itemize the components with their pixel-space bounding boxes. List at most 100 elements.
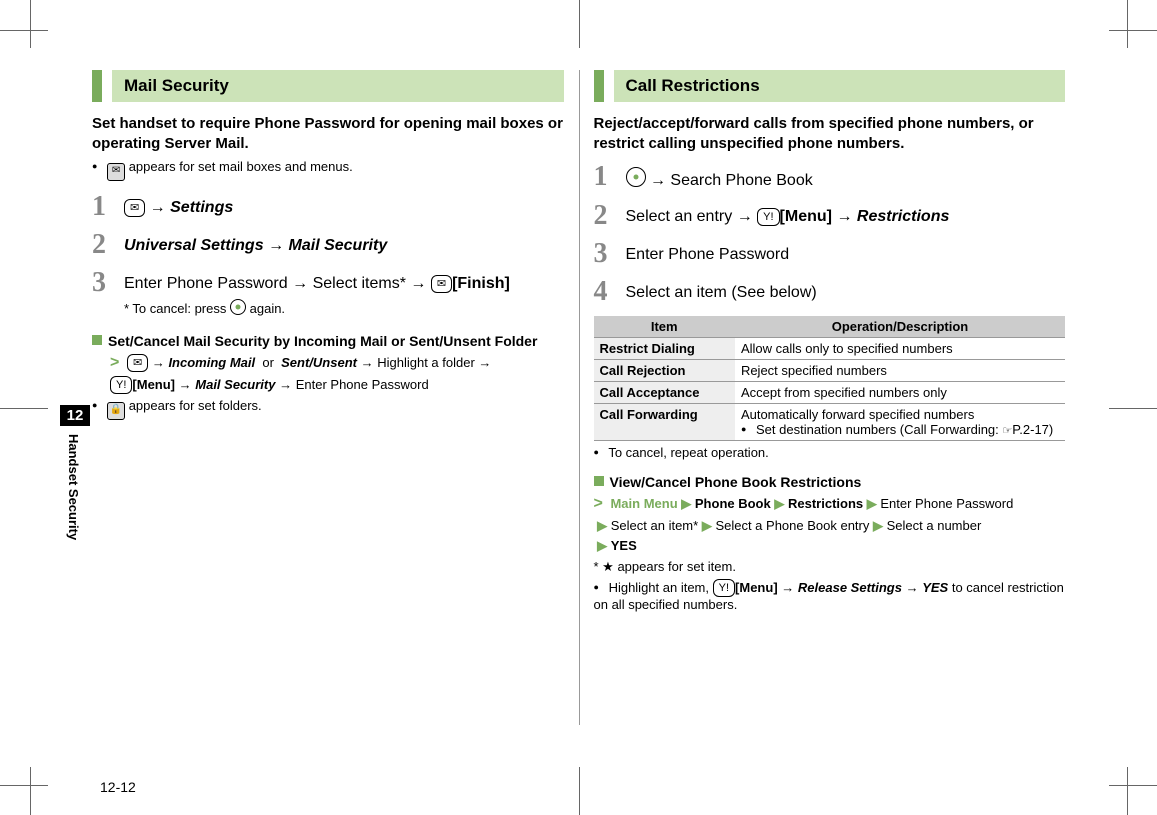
y-key-icon: Y! [713,579,735,597]
highlight-folder-text: Highlight a folder [377,355,475,370]
section-title: Mail Security [112,70,564,102]
table-row: Call Acceptance Accept from specified nu… [594,382,1066,404]
square-marker-icon [92,335,102,345]
step-number: 4 [594,278,616,306]
y-key-icon: Y! [110,376,132,394]
step3-note: * To cancel: press [124,301,226,316]
triangle-icon: ▶ [702,518,712,533]
or-text: or [262,355,274,370]
main-menu-label: Main Menu [610,496,677,511]
note-text: To cancel, repeat operation. [608,445,768,460]
restrictions-label: Restrictions [788,496,863,511]
step-1: 1 Search Phone Book [594,163,1066,192]
arrow-icon [268,237,288,254]
menu-label: [Menu] [780,208,832,225]
triangle-icon: ▶ [681,496,691,511]
center-key-icon [230,299,246,315]
chapter-name: Handset Security [60,426,87,540]
fwd-line1: Automatically forward specified numbers [741,407,974,422]
yes-label: YES [922,580,948,595]
triangle-icon: ▶ [774,496,784,511]
triangle-icon: ▶ [867,496,877,511]
sub-heading-text: Set/Cancel Mail Security by Incoming Mai… [108,333,537,349]
table-cell-val: Reject specified numbers [735,360,1065,382]
left-column: Mail Security Set handset to require Pho… [92,70,564,765]
table-cell-key: Call Rejection [594,360,735,382]
crop-mark [549,0,609,60]
arrow-icon [152,355,169,370]
crop-mark [0,0,60,60]
step2-a: Select an entry [626,208,733,225]
page-number: 12-12 [100,779,136,795]
arrow-icon [781,580,798,595]
table-cell-val: Automatically forward specified numbers … [735,404,1065,441]
step1-label: Settings [170,199,233,216]
table-cell-val: Accept from specified numbers only [735,382,1065,404]
table-row: Call Rejection Reject specified numbers [594,360,1066,382]
arrow-icon [737,208,757,225]
arrow-icon [179,377,196,392]
chevron-icon: > [110,354,119,371]
cancel-a: Highlight an item, [609,580,709,595]
restrictions-table: Item Operation/Description Restrict Dial… [594,316,1066,441]
restrictions-label: Restrictions [857,208,949,225]
mail-key-icon: ✉ [127,354,148,372]
triangle-icon: ▶ [597,518,607,533]
arrow-icon [906,580,923,595]
chapter-tab: 12 Handset Security [60,405,90,540]
section-header-call-restrictions: Call Restrictions [594,70,1066,102]
step-number: 1 [594,163,616,191]
yes-label: YES [611,538,637,553]
note-line: 🔒 appears for set folders. [92,398,564,420]
page-content: Mail Security Set handset to require Pho… [92,70,1065,765]
step4-text: Select an item (See below) [626,284,817,301]
step-number: 1 [92,193,114,221]
step-3: 3 Enter Phone Password [594,240,1066,268]
chapter-number: 12 [60,405,90,426]
arrow-icon [361,355,378,370]
arrow-icon [478,355,491,370]
sub-heading: View/Cancel Phone Book Restrictions [594,474,1066,490]
chevron-icon: > [594,495,603,512]
step3-text: Enter Phone Password [626,246,790,263]
sent-unsent-label: Sent/Unsent [281,355,357,370]
star-icon [602,559,614,574]
table-header-item: Item [594,316,735,338]
arrow-icon [150,199,170,216]
section-accent-bar [594,70,604,102]
star-note-text: appears for set item. [617,559,736,574]
crop-mark [1097,755,1157,815]
intro-text: Reject/accept/forward calls from specifi… [594,114,1066,153]
crop-mark [0,378,60,438]
arrow-icon [650,172,670,189]
section-title: Call Restrictions [614,70,1066,102]
arrow-icon [836,208,856,225]
lock-mail-icon: ✉ [107,163,125,181]
fwd-line2: Set destination numbers (Call Forwarding… [756,422,999,437]
step2-b: Mail Security [289,237,388,254]
note-line: ✉ appears for set mail boxes and menus. [92,159,564,181]
star-note: * appears for set item. [594,557,1066,577]
step1-text: Search Phone Book [670,172,812,189]
step-number: 3 [594,240,616,268]
table-cell-val: Allow calls only to specified numbers [735,338,1065,360]
page-ref-icon: ☞ [1002,424,1012,437]
note-text: appears for set folders. [129,398,262,413]
step3-a: Enter Phone Password [124,275,288,292]
select-entry-text: Select a Phone Book entry [715,518,869,533]
mail-security-label: Mail Security [195,377,275,392]
crop-mark [1097,378,1157,438]
note-line: To cancel, repeat operation. [594,445,1066,460]
lock-icon: 🔒 [107,402,125,420]
intro-text: Set handset to require Phone Password fo… [92,114,564,153]
menu-label: [Menu] [735,580,778,595]
step-3: 3 Enter Phone Password Select items* ✉[F… [92,269,564,319]
crop-mark [0,755,60,815]
step3-finish: [Finish] [452,275,510,292]
step-number: 2 [92,231,114,259]
menu-label: [Menu] [132,377,175,392]
arrow-icon [410,275,430,292]
phone-book-label: Phone Book [695,496,771,511]
release-settings-label: Release Settings [798,580,902,595]
triangle-icon: ▶ [597,538,607,553]
